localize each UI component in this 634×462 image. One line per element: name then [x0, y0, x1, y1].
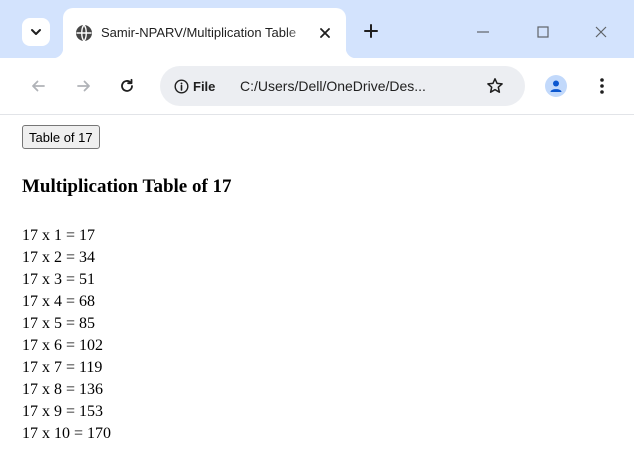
minimize-icon [477, 31, 489, 33]
bookmark-button[interactable] [484, 75, 506, 97]
url-text[interactable]: C:/Users/Dell/OneDrive/Des... [240, 77, 476, 95]
toolbar: File C:/Users/Dell/OneDrive/Des... [0, 58, 634, 115]
site-scheme-label: File [193, 78, 216, 94]
tab-active[interactable]: Samir-NPARV/Multiplication Table [53, 8, 356, 58]
plus-icon [364, 24, 378, 38]
result-line: 17 x 1 = 17 [22, 227, 96, 244]
kebab-icon [600, 78, 604, 94]
forward-button[interactable] [72, 74, 96, 98]
menu-button[interactable] [590, 74, 614, 98]
result-line: 17 x 3 = 51 [22, 271, 96, 288]
new-tab-button[interactable] [359, 19, 383, 43]
globe-icon [76, 24, 92, 42]
maximize-button[interactable] [529, 18, 557, 46]
star-icon [487, 78, 503, 93]
minimize-button[interactable] [469, 18, 497, 46]
table-of-17-button[interactable]: Table of 17 [22, 125, 100, 149]
user-icon [550, 80, 562, 92]
site-info-chip[interactable]: File [168, 73, 221, 99]
page-content: Table of 17 Multiplication Table of 17 1… [0, 115, 634, 462]
close-icon [595, 26, 607, 38]
chevron-down-icon [31, 29, 41, 35]
result-line: 17 x 7 = 119 [22, 359, 103, 376]
back-button[interactable] [26, 74, 50, 98]
result-line: 17 x 10 = 170 [22, 425, 112, 442]
reload-button[interactable] [115, 74, 139, 98]
profile-button[interactable] [545, 75, 567, 97]
arrow-left-icon [32, 80, 45, 92]
result-line: 17 x 2 = 34 [22, 249, 96, 266]
result-line: 17 x 9 = 153 [22, 403, 104, 420]
address-bar[interactable]: File C:/Users/Dell/OneDrive/Des... [160, 66, 525, 106]
tab-search-button[interactable] [22, 18, 50, 46]
result-line: 17 x 5 = 85 [22, 315, 96, 332]
info-icon [174, 78, 189, 94]
tab-strip: Samir-NPARV/Multiplication Table [0, 0, 634, 58]
result-line: 17 x 8 = 136 [22, 381, 104, 398]
reload-icon [121, 78, 133, 92]
tab-title: Samir-NPARV/Multiplication Table [101, 25, 297, 40]
browser-window: Samir-NPARV/Multiplication Table File C:… [0, 0, 634, 462]
close-icon [320, 28, 330, 38]
close-window-button[interactable] [587, 18, 615, 46]
result-list: 17 x 1 = 17 17 x 2 = 34 17 x 3 = 51 17 x… [22, 225, 111, 445]
maximize-icon [537, 26, 549, 38]
result-line: 17 x 6 = 102 [22, 337, 104, 354]
arrow-right-icon [77, 80, 90, 92]
page-heading: Multiplication Table of 17 [22, 176, 232, 197]
result-line: 17 x 4 = 68 [22, 293, 96, 310]
tab-close-button[interactable] [315, 23, 335, 43]
